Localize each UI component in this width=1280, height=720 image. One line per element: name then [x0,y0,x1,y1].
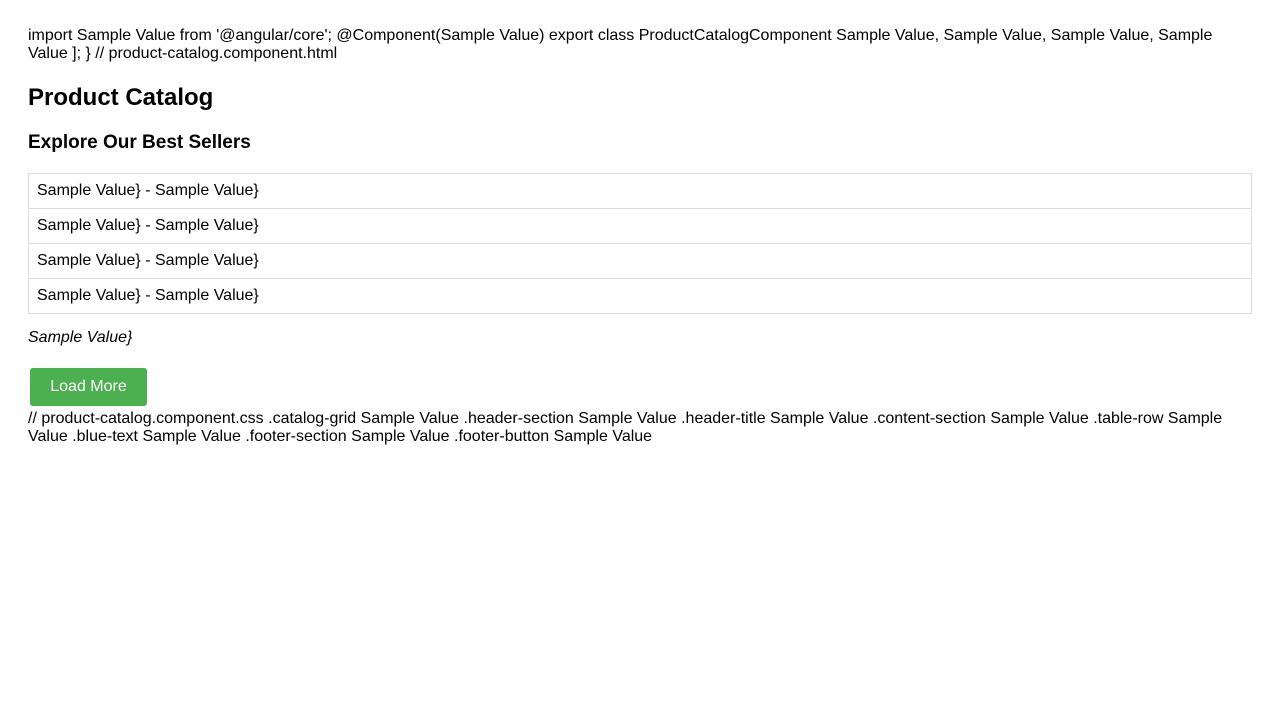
catalog-page: import Sample Value from '@angular/core'… [28,27,1252,445]
page-title: Product Catalog [28,84,214,111]
italic-note: Sample Value} [28,329,133,346]
table-row: Sample Value} - Sample Value} [29,209,1251,244]
table-row: Sample Value} - Sample Value} [29,279,1251,314]
table-row: Sample Value} - Sample Value} [29,174,1251,209]
product-table: Sample Value} - Sample Value} Sample Val… [28,173,1252,314]
section-subtitle: Explore Our Best Sellers [28,132,251,153]
table-row: Sample Value} - Sample Value} [29,244,1251,279]
component-code-text: import Sample Value from '@angular/core'… [28,27,1213,62]
component-css-text: // product-catalog.component.css .catalo… [28,410,1223,445]
load-more-button[interactable]: Load More [30,368,147,406]
